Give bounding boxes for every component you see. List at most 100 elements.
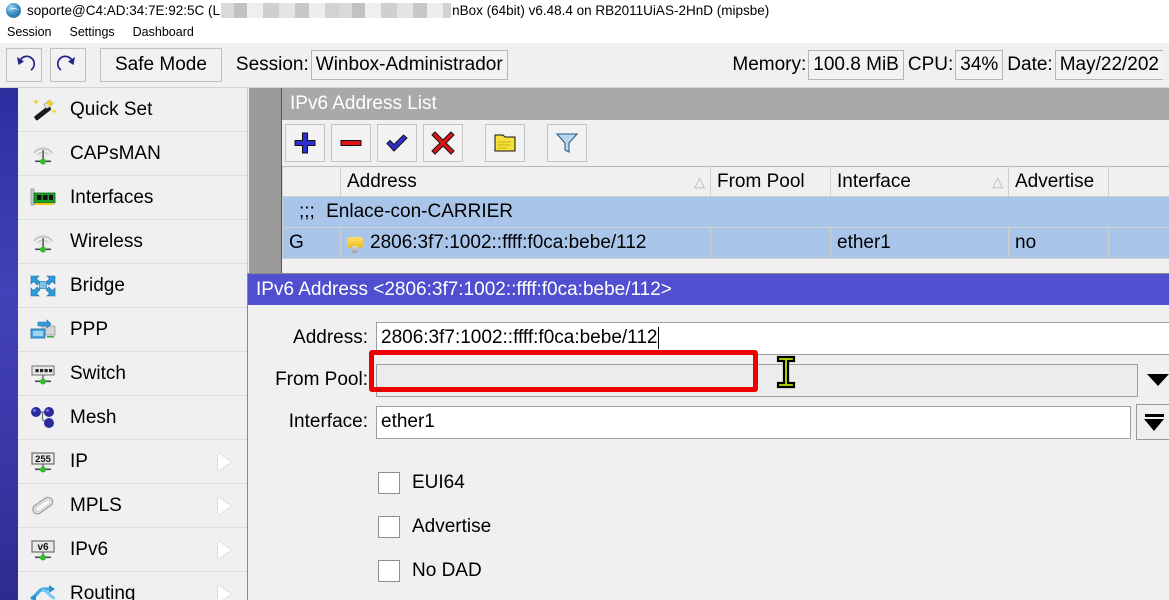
cell-address-text: 2806:3f7:1002::ffff:f0ca:bebe/112 [370,232,646,253]
chevron-down-icon [1144,419,1164,431]
memory-label: Memory: [732,54,806,76]
column-header-spacer [1109,167,1169,197]
sidebar-item-mpls[interactable]: MPLS [18,484,247,528]
bridge-arrows-icon [26,271,60,301]
sidebar-item-capsman[interactable]: CAPsMAN [18,132,247,176]
sidebar-item-label: IPv6 [70,539,108,561]
sidebar-item-ppp[interactable]: PPP [18,308,247,352]
remove-button[interactable] [331,124,371,162]
winbox-left-rail: nBox [0,88,18,600]
sidebar-item-bridge[interactable]: Bridge [18,264,247,308]
memory-value: 100.8 MiB [808,50,904,80]
add-button[interactable] [285,124,325,162]
sidebar-item-label: Wireless [70,231,143,253]
filter-button[interactable] [547,124,587,162]
from-pool-row: From Pool: [248,359,1169,401]
undo-arrow-icon [13,54,35,76]
menu-item-dashboard[interactable]: Dashboard [133,25,194,39]
network-card-icon [26,183,60,213]
from-pool-dropdown-button[interactable] [1140,374,1169,386]
chevron-right-icon [218,541,231,559]
redo-arrow-icon [57,54,79,76]
sidebar-item-wireless[interactable]: Wireless [18,220,247,264]
safe-mode-button[interactable]: Safe Mode [100,48,222,82]
sidebar-item-interfaces[interactable]: Interfaces [18,176,247,220]
bar-glyph [1145,414,1164,417]
dialog-titlebar: IPv6 Address <2806:3f7:1002::ffff:f0ca:b… [248,274,1169,305]
sidebar-item-routing[interactable]: Routing [18,572,247,600]
no-dad-label: No DAD [412,560,482,582]
session-label: Session: [236,54,309,76]
sidebar-item-label: Quick Set [70,99,152,121]
text-caret [658,327,659,349]
no-dad-row[interactable]: No DAD [248,549,1169,593]
chevron-right-icon [218,585,231,600]
advertise-checkbox[interactable] [378,516,400,538]
sidebar-item-label: CAPsMAN [70,143,161,165]
comment-button[interactable] [485,124,525,162]
cell-address: 2806:3f7:1002::ffff:f0ca:bebe/112 [341,228,711,259]
toolbar-status-group: Memory: 100.8 MiB CPU: 34% Date: May/22/… [732,50,1163,80]
eui64-label: EUI64 [412,472,465,494]
advertise-row[interactable]: Advertise [248,505,1169,549]
eui64-row[interactable]: EUI64 [248,461,1169,505]
ip-255-icon: 255 [26,447,60,477]
sidebar-item-quick-set[interactable]: Quick Set [18,88,247,132]
ipv6-address-list-title: IPv6 Address List [282,88,1169,120]
sidebar-item-ip[interactable]: 255 IP [18,440,247,484]
column-header-flags[interactable] [283,167,341,197]
check-icon [384,130,410,156]
table-comment-row[interactable]: ;;; Enlace-con-CARRIER [283,197,1169,228]
chevron-down-icon [1147,374,1169,386]
dialog-body: Address: 2806:3f7:1002::ffff:f0ca:bebe/1… [248,305,1169,593]
cpu-value: 34% [955,50,1003,80]
minus-icon [338,130,364,156]
table-header-row: Address △ From Pool Interface △ Advertis… [283,167,1169,197]
sidebar-item-ipv6[interactable]: v6 IPv6 [18,528,247,572]
switch-icon [26,359,60,389]
address-input-value: 2806:3f7:1002::ffff:f0ca:bebe/112 [381,327,657,349]
interface-label: Interface: [248,411,376,433]
menu-item-settings[interactable]: Settings [69,25,114,39]
menu-item-session[interactable]: Session [7,25,51,39]
sidebar-item-switch[interactable]: Switch [18,352,247,396]
cross-icon [430,130,456,156]
column-header-from-pool[interactable]: From Pool [711,167,831,197]
undo-button[interactable] [6,48,42,82]
svg-text:255: 255 [35,454,52,465]
menubar: Session Settings Dashboard [0,21,1169,43]
from-pool-input[interactable] [376,364,1138,397]
content-gutter [249,88,281,273]
sidebar-menu: Quick Set CAPsMAN [18,88,248,600]
address-input[interactable]: 2806:3f7:1002::ffff:f0ca:bebe/112 [376,322,1169,355]
column-header-advertise[interactable]: Advertise [1009,167,1109,197]
interface-row: Interface: ether1 [248,401,1169,443]
sidebar-item-mesh[interactable]: Mesh [18,396,247,440]
chevron-right-icon [218,497,231,515]
sort-ascending-icon: △ [694,173,705,190]
date-label: Date: [1007,54,1052,76]
ipv6-address-list-window: IPv6 Address List [281,88,1169,273]
interface-input[interactable]: ether1 [376,406,1131,439]
no-dad-checkbox[interactable] [378,560,400,582]
sidebar-item-label: Interfaces [70,187,153,209]
disable-button[interactable] [423,124,463,162]
column-header-address[interactable]: Address △ [341,167,711,197]
winbox-window: soporte@C4:AD:34:7E:92:5C (L nBox (64bit… [0,0,1169,600]
sidebar-item-label: IP [70,451,88,473]
column-header-interface[interactable]: Interface △ [831,167,1009,197]
eui64-checkbox[interactable] [378,472,400,494]
sidebar-item-label: Bridge [70,275,125,297]
table-row[interactable]: G 2806:3f7:1002::ffff:f0ca:bebe/112 ethe… [283,228,1169,259]
sidebar-item-label: MPLS [70,495,122,517]
routing-arrows-icon [26,579,60,600]
magic-wand-icon [26,95,60,125]
mesh-nodes-icon [26,403,60,433]
window-titlebar: soporte@C4:AD:34:7E:92:5C (L nBox (64bit… [0,0,1169,21]
ipv6-address-dialog: IPv6 Address <2806:3f7:1002::ffff:f0ca:b… [247,273,1169,600]
redo-button[interactable] [50,48,86,82]
interface-dropdown-button[interactable] [1136,404,1169,440]
sort-ascending-icon: △ [992,173,1003,190]
enable-button[interactable] [377,124,417,162]
session-value[interactable]: Winbox-Administrador [311,50,508,80]
